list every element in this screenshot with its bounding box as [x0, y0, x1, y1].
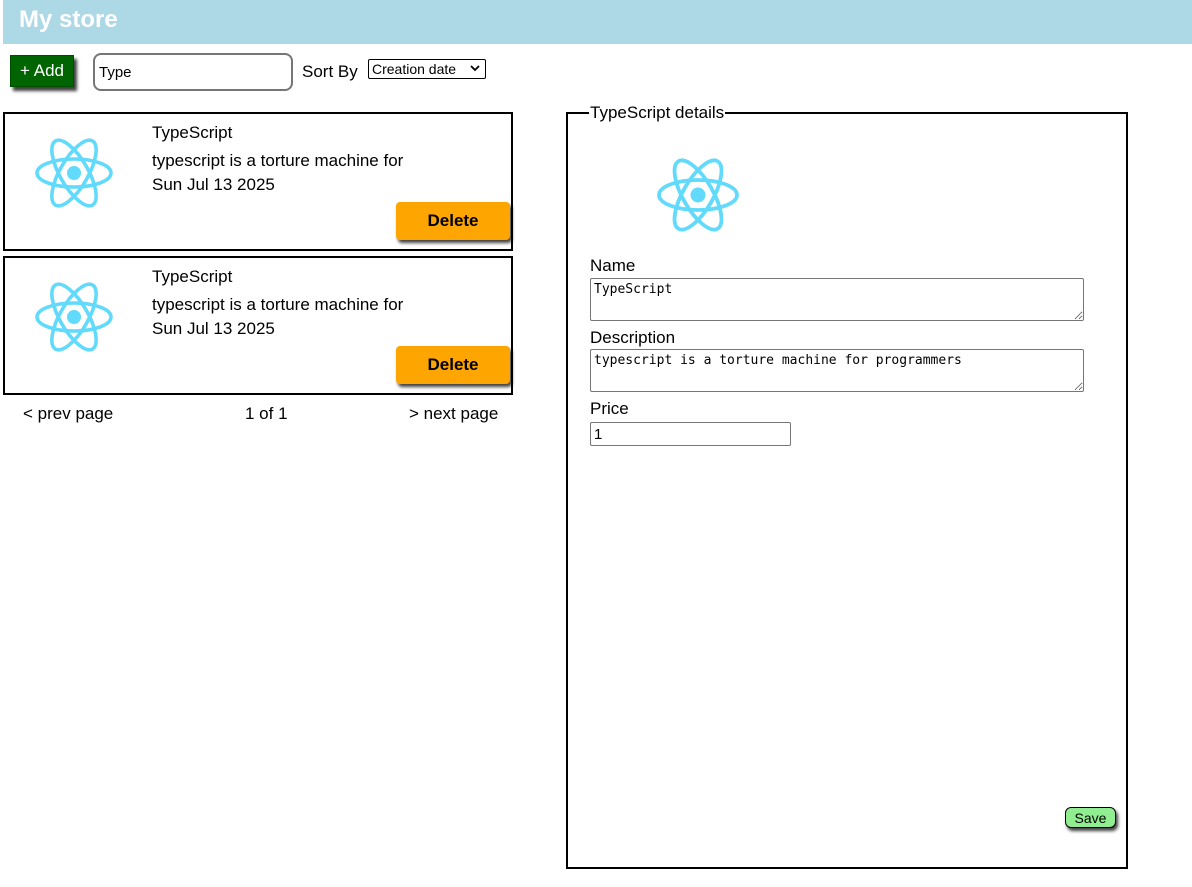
product-name: TypeScript: [152, 267, 233, 286]
details-panel: TypeScript details Name TypeScript Descr…: [566, 103, 1128, 869]
delete-button[interactable]: Delete: [396, 202, 510, 240]
react-logo-icon: [33, 280, 115, 354]
app-title: My store: [19, 6, 118, 33]
details-legend: TypeScript details: [590, 103, 725, 122]
react-logo-icon: [655, 155, 741, 235]
product-card[interactable]: TypeScript typescript is a torture machi…: [3, 256, 513, 395]
save-button[interactable]: Save: [1065, 807, 1116, 828]
sort-by-label: Sort By: [302, 62, 358, 81]
react-logo-icon: [33, 136, 115, 210]
product-date: Sun Jul 13 2025: [152, 319, 275, 338]
description-label: Description: [590, 328, 676, 347]
product-card[interactable]: TypeScript typescript is a torture machi…: [3, 112, 513, 251]
delete-button[interactable]: Delete: [396, 346, 510, 384]
product-description: typescript is a torture machine for: [152, 295, 404, 314]
search-input[interactable]: [93, 53, 293, 91]
header-bar: My store: [3, 0, 1192, 44]
product-description: typescript is a torture machine for: [152, 151, 404, 170]
page-status: 1 of 1: [245, 404, 288, 423]
description-field[interactable]: typescript is a torture machine for prog…: [590, 349, 1084, 392]
chevron-down-icon: [469, 61, 481, 79]
sort-select[interactable]: Creation date: [368, 59, 486, 79]
sort-selected-value: Creation date: [372, 61, 457, 77]
store-page: My store + Add Sort By Creation date Typ…: [0, 0, 1192, 887]
price-field[interactable]: [590, 422, 791, 446]
next-page-link[interactable]: > next page: [409, 404, 498, 424]
product-name: TypeScript: [152, 123, 233, 142]
price-label: Price: [590, 399, 629, 418]
name-label: Name: [590, 256, 636, 275]
add-product-button[interactable]: + Add: [10, 55, 74, 87]
product-date: Sun Jul 13 2025: [152, 175, 275, 194]
name-field[interactable]: TypeScript: [590, 278, 1084, 321]
prev-page-link[interactable]: < prev page: [23, 404, 113, 424]
